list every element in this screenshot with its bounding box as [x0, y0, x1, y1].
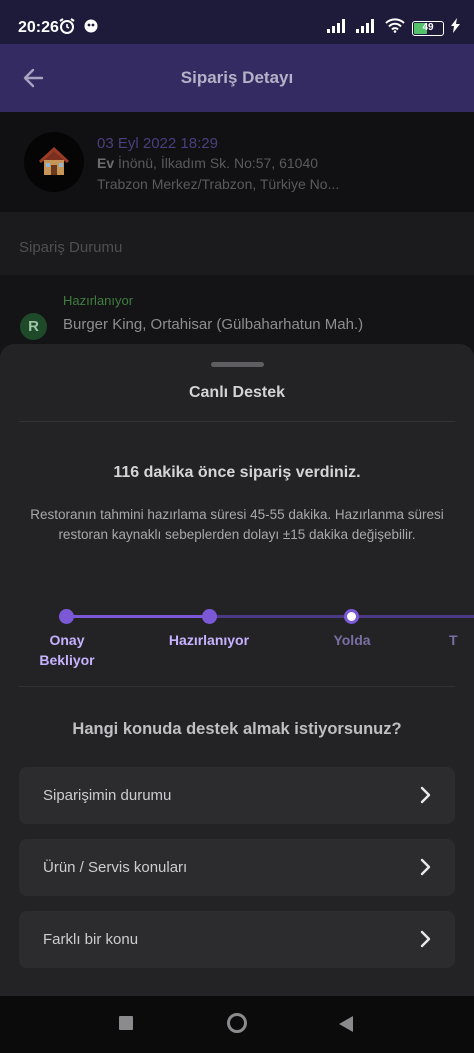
divider [19, 421, 455, 422]
progress-track-pending [209, 615, 474, 618]
signal-icon [327, 18, 349, 38]
option-product-service[interactable]: Ürün / Servis konuları [19, 839, 455, 896]
option-other-topic[interactable]: Farklı bir konu [19, 911, 455, 968]
triangle-back-icon [339, 1016, 353, 1032]
house-icon [24, 132, 84, 192]
page-title: Sipariş Detayı [180, 68, 294, 87]
live-support-sheet: Canlı Destek 116 dakika önce sipariş ver… [0, 344, 474, 996]
notification-icon [82, 17, 100, 40]
sheet-title: Canlı Destek [188, 384, 286, 401]
address-label: Ev [97, 155, 115, 171]
order-date: 03 Eyl 2022 18:29 [97, 135, 218, 152]
address-text: İnönü, İlkadım Sk. No:57, 61040 [118, 155, 319, 171]
status-icons-left [58, 17, 100, 40]
option-order-status[interactable]: Siparişimin durumu [19, 767, 455, 824]
restaurant-badge: R [20, 313, 47, 340]
step-dot-hazirlaniyor [202, 609, 217, 624]
order-card: 03 Eyl 2022 18:29 Ev İnönü, İlkadım Sk. … [0, 112, 474, 212]
order-address-line1: Ev İnönü, İlkadım Sk. No:57, 61040 [97, 155, 318, 171]
chevron-right-icon [420, 786, 431, 804]
drag-handle[interactable] [211, 362, 264, 367]
screen: 20:26 49 Sipariş Detayı 03 Eyl 2022 18:2… [0, 0, 474, 1053]
step-dot-onay [59, 609, 74, 624]
progress-track-done [66, 615, 209, 618]
step-label-teslim: T [449, 632, 458, 648]
battery-icon: 49 [412, 20, 444, 36]
preparation-info: Restoranın tahmini hazırlama süresi 45-5… [30, 507, 444, 542]
order-elapsed-headline: 116 dakika önce sipariş verdiniz. [113, 464, 361, 481]
signal-icon-2 [356, 18, 378, 38]
step-dot-yolda [344, 609, 359, 624]
system-nav-bar [0, 996, 474, 1053]
support-question: Hangi konuda destek almak istiyorsunuz? [72, 720, 402, 738]
recents-button[interactable] [119, 1016, 133, 1030]
order-progress: Onay Bekliyor Hazırlanıyor Yolda T [0, 606, 474, 668]
charging-icon [451, 18, 460, 38]
step-label-hazirlaniyor: Hazırlanıyor [168, 632, 250, 648]
step-label-yolda: Yolda [333, 632, 371, 648]
app-header: Sipariş Detayı [0, 44, 474, 112]
option-label: Farklı bir konu [43, 931, 139, 948]
order-address-line2: Trabzon Merkez/Trabzon, Türkiye No... [97, 176, 340, 192]
status-bar: 20:26 49 [0, 0, 474, 44]
option-label: Siparişimin durumu [43, 787, 172, 804]
chevron-right-icon [420, 930, 431, 948]
status-time: 20:26 [18, 19, 59, 36]
home-button[interactable] [227, 1013, 247, 1033]
alarm-icon [58, 17, 76, 40]
status-icons-right: 49 [327, 18, 460, 38]
wifi-icon [385, 18, 405, 38]
option-label: Ürün / Servis konuları [43, 859, 188, 876]
battery-level: 49 [422, 21, 434, 33]
divider [19, 686, 455, 687]
order-status-text: Hazırlanıyor [63, 293, 134, 308]
step-label-onay: Onay Bekliyor [39, 632, 95, 668]
chevron-right-icon [420, 858, 431, 876]
order-status-section-title: Sipariş Durumu [19, 239, 123, 256]
system-back-button[interactable] [338, 1015, 354, 1038]
restaurant-name: Burger King, Ortahisar (Gülbaharhatun Ma… [63, 316, 364, 333]
